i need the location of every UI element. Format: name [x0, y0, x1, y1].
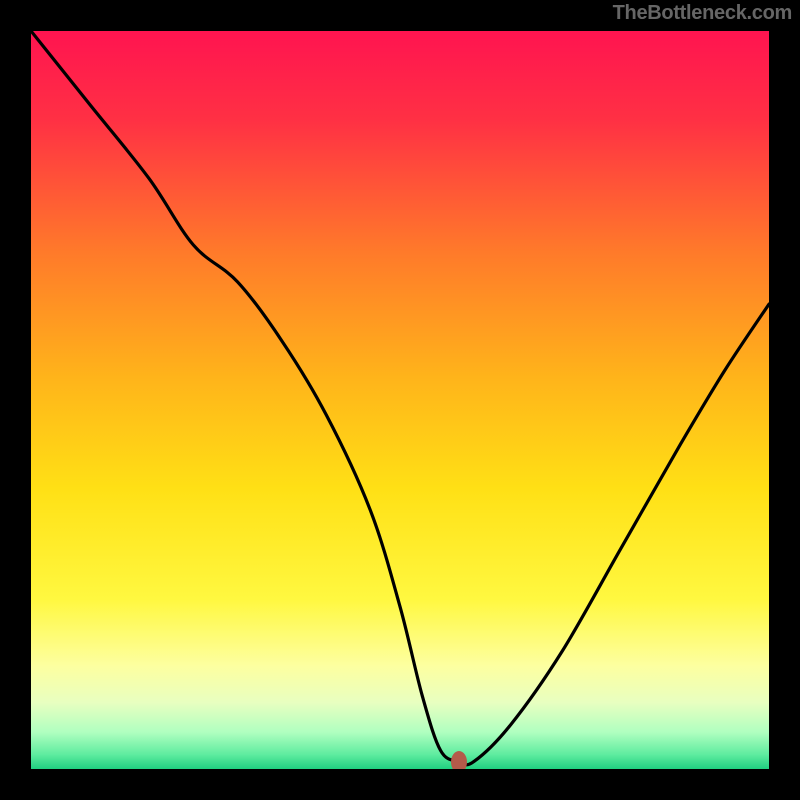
attribution-label: TheBottleneck.com	[613, 2, 792, 25]
optimal-marker	[451, 751, 467, 769]
chart-root: TheBottleneck.com	[0, 0, 800, 800]
bottleneck-curve	[31, 31, 769, 765]
plot-area	[31, 31, 769, 769]
curve-layer	[31, 31, 769, 769]
